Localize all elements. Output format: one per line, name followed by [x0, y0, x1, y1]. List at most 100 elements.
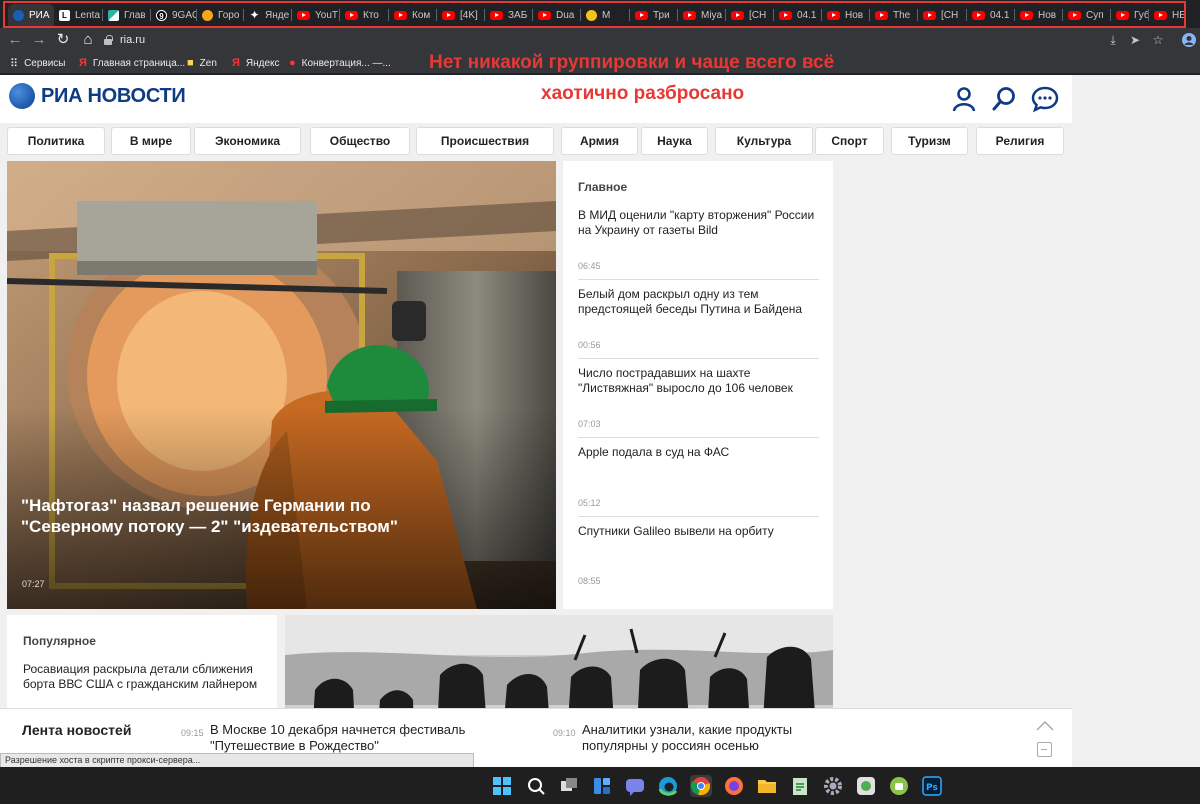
teams-chat-icon[interactable]	[624, 775, 646, 797]
menu-item[interactable]: Происшествия	[416, 127, 554, 155]
browser-tab[interactable]: The	[870, 4, 918, 26]
tab-title: НЕР	[1172, 9, 1186, 21]
main-news-title: Главное	[578, 180, 628, 194]
chrome-icon[interactable]	[690, 775, 712, 797]
browser-tab[interactable]: Суп	[1063, 4, 1111, 26]
main-news-item[interactable]: Apple подала в суд на ФАС 05:12	[578, 445, 819, 517]
notepad-app-icon[interactable]	[789, 775, 811, 797]
browser-tab[interactable]: 9 9GAG	[151, 4, 197, 26]
bookmark-converter[interactable]: ● Конвертация... —...	[289, 52, 391, 74]
bookmark-yandex-home[interactable]: Я Главная страница...	[79, 52, 185, 74]
browser-tab[interactable]: Нов	[1015, 4, 1063, 26]
menu-item[interactable]: Религия	[976, 127, 1064, 155]
browser-tab[interactable]: Ком	[389, 4, 437, 26]
browser-tab[interactable]: L Lenta	[54, 4, 103, 26]
browser-tab[interactable]: НЕР	[1149, 4, 1186, 26]
browser-tab[interactable]: 04.1	[774, 4, 822, 26]
youtube-favicon-icon	[538, 10, 551, 20]
address-bar[interactable]: ria.ru	[104, 30, 145, 50]
browser-tab[interactable]: РИА✕	[8, 4, 54, 26]
main-news-item[interactable]: Спутники Galileo вывели на орбиту 08:55	[578, 524, 819, 596]
browser-tab[interactable]: ЗАБ	[485, 4, 533, 26]
browser-tab[interactable]: ✦ Янде	[244, 4, 292, 26]
browser-tab[interactable]: Кто	[340, 4, 389, 26]
bookmark-services[interactable]: ⠿ Сервисы	[10, 52, 66, 74]
browser-tab[interactable]: Miya	[678, 4, 726, 26]
feed-item[interactable]: Аналитики узнали, какие продукты популяр…	[582, 722, 852, 754]
back-button[interactable]: ←	[3, 28, 27, 52]
tab-title: Ком	[412, 9, 431, 21]
browser-tab[interactable]: Нов	[822, 4, 870, 26]
youtube-favicon-icon	[490, 10, 503, 20]
browser-tab[interactable]: Три	[630, 4, 678, 26]
browser-tab[interactable]: YouT	[292, 4, 340, 26]
emoji-favicon-icon	[586, 9, 597, 21]
install-app-icon[interactable]: ⤓	[1102, 28, 1124, 52]
tab-separator	[1185, 9, 1186, 21]
browser-tab[interactable]: Глав	[103, 4, 151, 26]
browser-tab[interactable]: Горо	[197, 4, 244, 26]
user-icon[interactable]	[950, 85, 978, 113]
task-view-icon[interactable]	[558, 775, 580, 797]
tab-title: ЗАБ	[508, 9, 528, 21]
browser-tab[interactable]: Губ	[1111, 4, 1149, 26]
menu-item[interactable]: Политика	[7, 127, 105, 155]
gamepad-app-icon[interactable]	[855, 775, 877, 797]
site-header: РИА НОВОСТИ	[0, 75, 1072, 123]
photoshop-icon[interactable]: Ps	[921, 775, 943, 797]
menu-item[interactable]: Наука	[641, 127, 708, 155]
firefox-icon[interactable]	[723, 775, 745, 797]
home-button[interactable]: ⌂	[76, 28, 100, 52]
tab-title: YouT	[315, 9, 338, 21]
youtube-favicon-icon	[345, 10, 358, 20]
main-news-item[interactable]: Число пострадавших на шахте "Листвяжная"…	[578, 366, 819, 438]
windows-start-icon[interactable]	[491, 775, 513, 797]
android-app-icon[interactable]	[888, 775, 910, 797]
file-explorer-icon[interactable]	[756, 775, 778, 797]
chevron-up-icon[interactable]	[1036, 719, 1054, 731]
popular-item[interactable]: Росавиация раскрыла детали сближения бор…	[23, 662, 267, 692]
search-icon[interactable]	[525, 775, 547, 797]
forward-button[interactable]: →	[27, 28, 51, 52]
youtube-favicon-icon	[972, 10, 985, 20]
browser-tab[interactable]: 04.1	[967, 4, 1015, 26]
browser-tab[interactable]: Dua	[533, 4, 581, 26]
search-icon[interactable]	[990, 85, 1018, 113]
youtube-favicon-icon	[875, 10, 888, 20]
menu-item[interactable]: В мире	[111, 127, 191, 155]
edge-icon[interactable]	[657, 775, 679, 797]
browser-tab[interactable]: [CH	[726, 4, 774, 26]
bookmark-yandex[interactable]: Я Яндекс	[232, 52, 280, 74]
chat-icon[interactable]	[1031, 85, 1059, 113]
widgets-icon[interactable]	[591, 775, 613, 797]
bookmark-star-icon[interactable]: ☆	[1147, 28, 1169, 52]
youtube-favicon-icon	[923, 10, 936, 20]
site-logo[interactable]: РИА НОВОСТИ	[9, 83, 186, 109]
ria-favicon-icon	[13, 9, 24, 21]
browser-tab[interactable]: [4K]	[437, 4, 485, 26]
menu-item[interactable]: Армия	[561, 127, 638, 155]
settings-gear-icon[interactable]	[822, 775, 844, 797]
logo-globe-icon	[9, 83, 35, 109]
menu-item[interactable]: Туризм	[891, 127, 968, 155]
menu-item[interactable]: Спорт	[815, 127, 884, 155]
reload-button[interactable]: ↻	[51, 28, 75, 52]
hero-time: 07:27	[22, 579, 45, 589]
browser-tab[interactable]: [CH	[918, 4, 967, 26]
menu-item[interactable]: Общество	[310, 127, 410, 155]
browser-toolbar: ← → ↻ ⌂ ria.ru ⤓ ➤ ☆	[0, 28, 1200, 52]
tab-title: The	[893, 9, 911, 21]
browser-tab[interactable]: M	[581, 4, 630, 26]
youtube-favicon-icon	[731, 10, 744, 20]
menu-item[interactable]: Экономика	[194, 127, 301, 155]
main-news-item[interactable]: Белый дом раскрыл одну из тем предстояще…	[578, 287, 819, 359]
main-news-item[interactable]: В МИД оценили "карту вторжения" России н…	[578, 208, 819, 280]
profile-icon[interactable]	[1178, 28, 1200, 52]
menu-item[interactable]: Культура	[715, 127, 813, 155]
feed-item[interactable]: В Москве 10 декабря начнется фестиваль "…	[210, 722, 520, 754]
collapse-icon[interactable]	[1037, 742, 1052, 757]
bookmark-zen[interactable]: ■ Zen	[187, 52, 217, 74]
share-icon[interactable]: ➤	[1124, 28, 1146, 52]
lock-icon	[104, 34, 113, 45]
hero-news-card[interactable]: "Нафтогаз" назвал решение Германии по "С…	[7, 161, 556, 609]
